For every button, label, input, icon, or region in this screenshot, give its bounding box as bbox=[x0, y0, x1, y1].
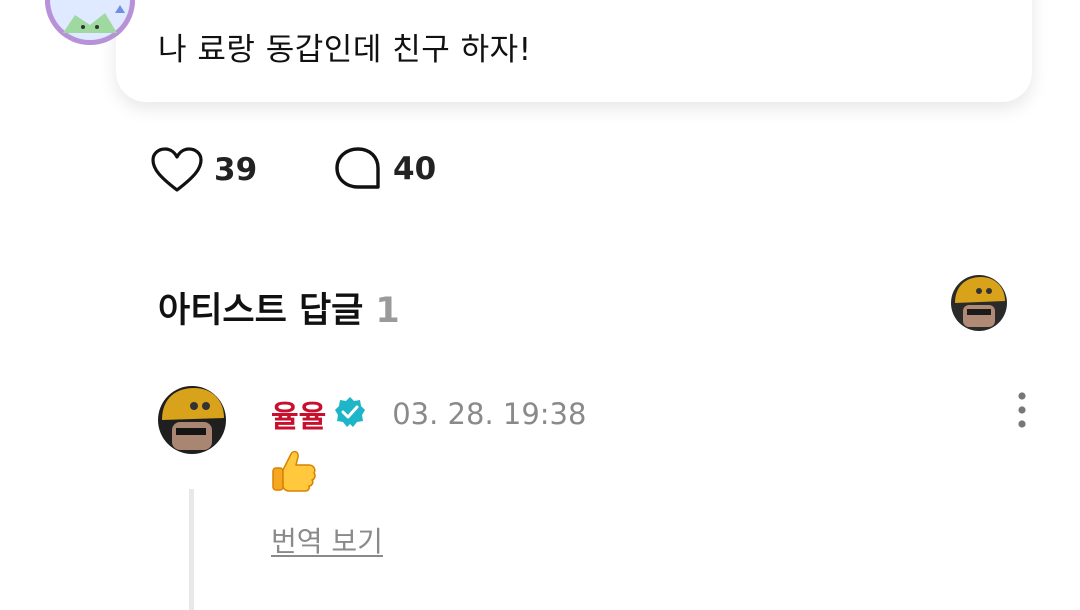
like-count: 39 bbox=[214, 152, 258, 188]
reply-meta: 율율 03. 28. 19:38 bbox=[271, 392, 586, 436]
section-count: 1 bbox=[375, 291, 400, 331]
like-button[interactable]: 39 bbox=[150, 146, 257, 194]
reply-timestamp: 03. 28. 19:38 bbox=[392, 397, 587, 431]
thread-line bbox=[189, 489, 194, 610]
thumbs-up-icon bbox=[271, 446, 319, 494]
comment-button[interactable]: 40 bbox=[333, 146, 436, 192]
verified-badge-icon bbox=[334, 396, 366, 432]
speech-bubble-icon bbox=[333, 146, 383, 192]
artist-replies-header: 아티스트 답글 1 bbox=[158, 282, 400, 333]
section-title: 아티스트 답글 bbox=[158, 291, 364, 331]
reply-author[interactable]: 율율 bbox=[271, 392, 326, 436]
comment-count: 40 bbox=[393, 151, 437, 187]
translate-link[interactable]: 번역 보기 bbox=[271, 520, 383, 560]
reply-avatar[interactable] bbox=[158, 386, 226, 454]
fan-post-page: 나 료랑 동갑인데 친구 하자! 39 40 아티스트 답글 1 율율 03. … bbox=[0, 0, 1080, 610]
comment-text: 나 료랑 동갑인데 친구 하자! bbox=[158, 32, 532, 68]
more-vertical-icon[interactable] bbox=[1010, 392, 1034, 428]
artist-avatar-icon[interactable] bbox=[951, 275, 1007, 331]
heart-icon bbox=[150, 146, 204, 194]
